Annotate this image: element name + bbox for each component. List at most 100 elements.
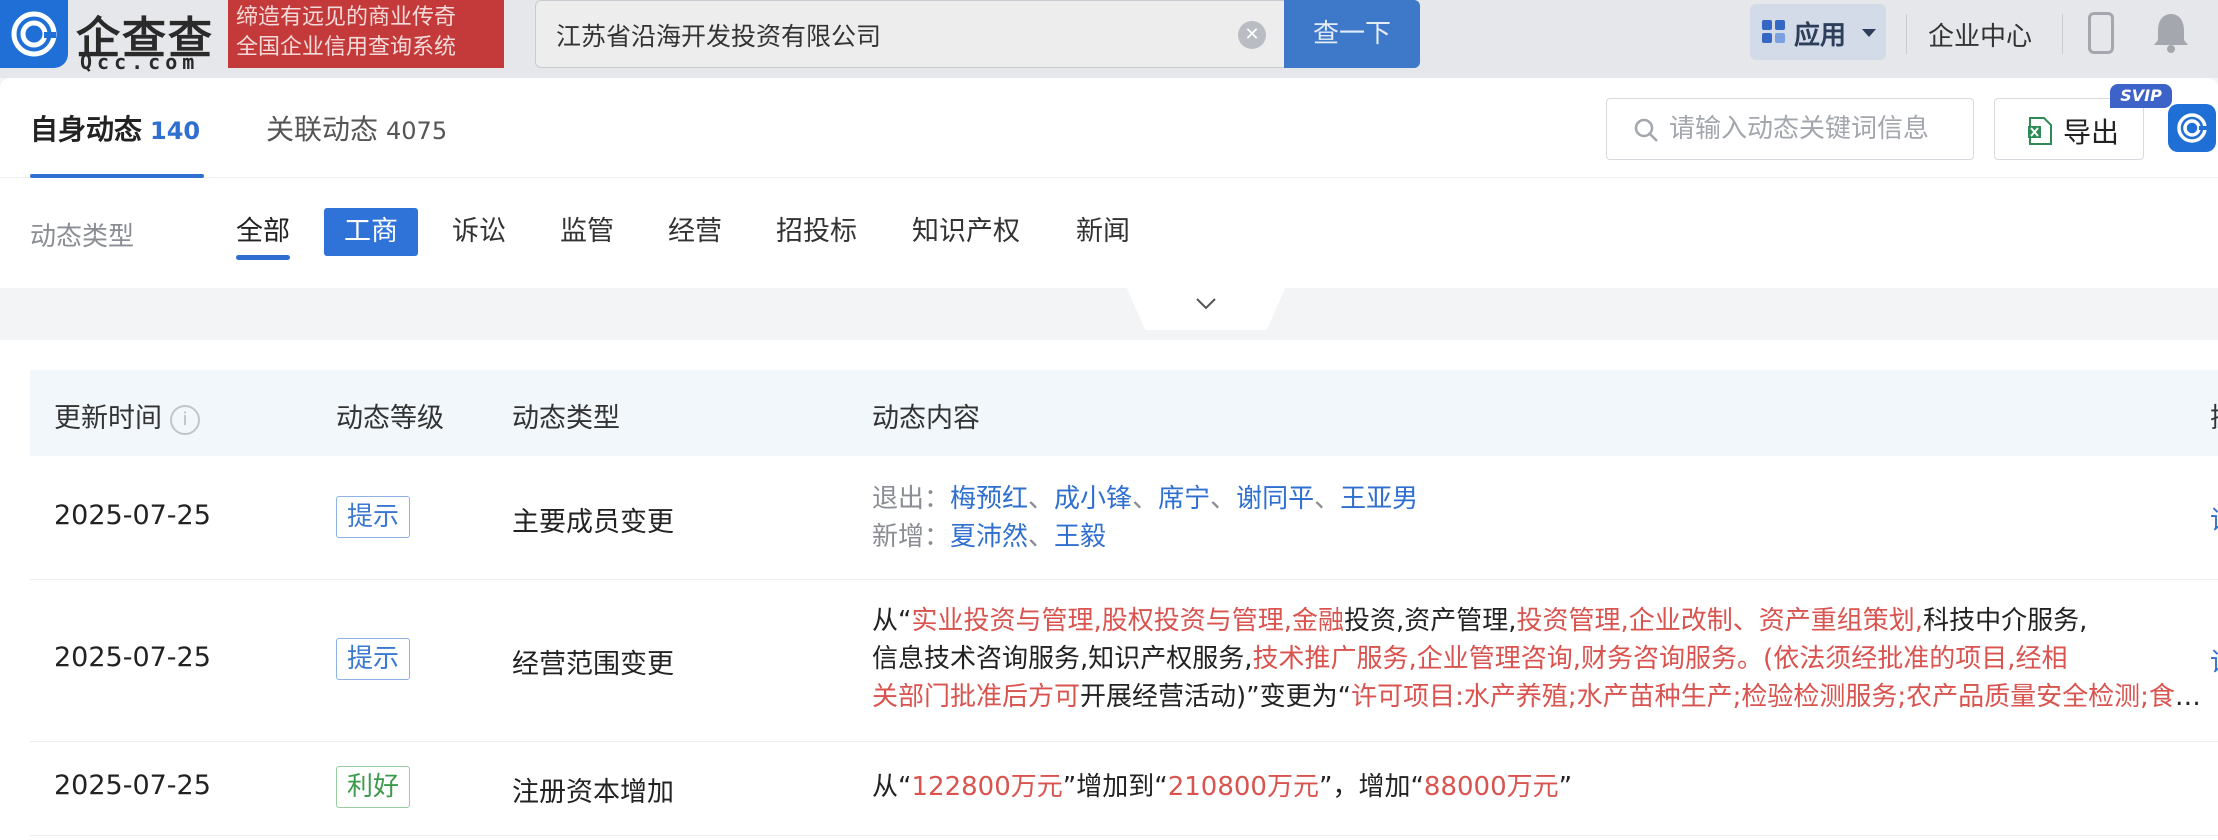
detail-link[interactable]: 详	[2210, 642, 2218, 679]
name-separator: 、	[1028, 522, 1055, 552]
person-link[interactable]: 王毅	[1054, 522, 1106, 552]
tab-related-label: 关联动态	[266, 113, 379, 146]
person-link[interactable]: 夏沛然	[950, 522, 1028, 552]
name-separator: 、	[1210, 484, 1237, 514]
name-separator: 、	[1132, 484, 1159, 514]
apps-button[interactable]: 应用	[1750, 4, 1886, 60]
top-bar: 企查查 Qcc.com 缔造有远见的商业传奇 全国企业信用查询系统 ✕ 查一下 …	[0, 0, 2218, 78]
scope-new-text: 许可项目:水产养殖;水产苗种生产;检验检测服务;农产品质量安全检测;食品生产	[1351, 682, 2202, 712]
scope-text: 投资,资产管理,	[1344, 606, 1517, 636]
row-content: 从“122800万元”增加到“210800万元”，增加“88000万元”	[872, 768, 1572, 806]
tab-related-count: 4075	[386, 117, 448, 145]
row-type: 经营范围变更	[512, 649, 674, 680]
divider	[2062, 14, 2063, 54]
divider	[1906, 14, 1907, 54]
header-type: 动态类型	[512, 403, 620, 434]
person-link[interactable]: 王亚男	[1340, 484, 1418, 514]
person-link[interactable]: 梅预红	[950, 484, 1028, 514]
table-row: 2025-07-25 提示 主要成员变更 退出：梅预红、成小锋、席宁、谢同平、王…	[30, 456, 2218, 580]
row-content: 退出：梅预红、成小锋、席宁、谢同平、王亚男 新增：夏沛然、王毅	[872, 480, 1418, 556]
person-link[interactable]: 谢同平	[1236, 484, 1314, 514]
scope-text: 从“	[872, 606, 912, 636]
table-row: 2025-07-25 提示 经营范围变更 从“实业投资与管理,股权投资与管理,金…	[30, 580, 2218, 742]
chevron-down-icon	[1196, 298, 1216, 310]
filter-all[interactable]: 全部	[236, 208, 290, 260]
main-search-input[interactable]	[556, 15, 1196, 55]
filter-operation[interactable]: 经营	[648, 208, 742, 256]
row-date: 2025-07-25	[54, 642, 211, 673]
row-content: 从“实业投资与管理,股权投资与管理,金融投资,资产管理,投资管理,企业改制、资产…	[872, 602, 2202, 716]
detail-link[interactable]: 详	[2210, 500, 2218, 537]
capital-old-value: 122800万元	[911, 772, 1063, 802]
info-icon[interactable]: i	[170, 404, 200, 435]
capital-text: ”	[1558, 772, 1573, 802]
capital-text: ”增加到“	[1062, 772, 1168, 802]
tab-related-dynamics[interactable]: 关联动态 4075	[266, 108, 447, 148]
add-line: 新增：夏沛然、王毅	[872, 518, 1418, 556]
scope-removed-text: 实业投资与管理,股权投资与管理,金融	[911, 606, 1345, 636]
scope-removed-text: 技术推广服务,企业管理咨询,财务咨询服务。(依法须经批准的项目,经相	[1252, 644, 2068, 674]
scope-removed-text: 投资管理,企业改制、资产重组策划,	[1516, 606, 1924, 636]
export-label: 导出	[2063, 116, 2120, 149]
slogan-line-2: 全国企业信用查询系统	[236, 35, 457, 60]
level-badge: 提示	[336, 638, 411, 680]
capital-increase-value: 88000万元	[1423, 772, 1559, 802]
table-header: 更新时间 i 动态等级 动态类型 动态内容 操	[30, 370, 2218, 456]
excel-icon	[2028, 117, 2052, 145]
qcc-side-icon[interactable]	[2168, 104, 2216, 152]
person-link[interactable]: 席宁	[1158, 484, 1210, 514]
keyword-search-box	[1606, 98, 1974, 160]
tab-self-dynamics[interactable]: 自身动态 140	[30, 108, 200, 148]
search-button[interactable]: 查一下	[1284, 0, 1420, 68]
filter-ip[interactable]: 知识产权	[892, 208, 1040, 256]
qcc-logo-icon[interactable]	[0, 0, 68, 68]
chevron-down-icon	[1862, 29, 1876, 37]
scope-line-1: 从“实业投资与管理,股权投资与管理,金融投资,资产管理,投资管理,企业改制、资产…	[872, 602, 2202, 640]
header-content: 动态内容	[872, 403, 980, 434]
filter-regulation[interactable]: 监管	[540, 208, 634, 256]
header-update-time-label: 更新时间	[54, 403, 162, 434]
scope-removed-text: 关部门批准后方可	[872, 682, 1081, 712]
clear-icon[interactable]: ✕	[1238, 21, 1266, 49]
tab-self-count: 140	[150, 117, 201, 145]
expand-toggle[interactable]	[1126, 286, 1286, 330]
name-separator: 、	[1028, 484, 1055, 514]
tabs-row: 自身动态140 关联动态4075 导出 SVIP	[0, 78, 2218, 178]
logo-subtext: Qcc.com	[80, 50, 200, 74]
filter-litigation[interactable]: 诉讼	[432, 208, 526, 256]
capital-text: ”，增加“	[1318, 772, 1424, 802]
scope-line-2: 信息技术咨询服务,知识产权服务,技术推广服务,企业管理咨询,财务咨询服务。(依法…	[872, 640, 2202, 678]
scope-line-3: 关部门批准后方可开展经营活动)”变更为“许可项目:水产养殖;水产苗种生产;检验检…	[872, 678, 2202, 716]
tab-self-label: 自身动态	[30, 113, 143, 146]
person-link[interactable]: 成小锋	[1054, 484, 1132, 514]
search-icon	[1634, 118, 1658, 142]
level-badge: 提示	[336, 496, 411, 538]
active-tab-indicator	[30, 174, 204, 178]
exit-line: 退出：梅预红、成小锋、席宁、谢同平、王亚男	[872, 480, 1418, 518]
filter-business[interactable]: 工商	[324, 208, 418, 256]
filter-all-underline	[236, 255, 290, 260]
grid-icon	[1762, 20, 1785, 43]
filter-bidding[interactable]: 招投标	[756, 208, 877, 256]
row-date: 2025-07-25	[54, 500, 211, 531]
level-badge: 利好	[336, 766, 411, 808]
capital-text: 从“	[872, 772, 912, 802]
exit-label: 退出：	[872, 484, 951, 514]
dynamics-table: 更新时间 i 动态等级 动态类型 动态内容 操 2025-07-25 提示 主要成…	[0, 340, 2218, 840]
keyword-search-input[interactable]	[1669, 111, 1959, 147]
main-search-box: ✕	[535, 0, 1285, 68]
mobile-icon[interactable]	[2088, 12, 2114, 54]
row-type: 主要成员变更	[512, 507, 674, 538]
enterprise-center-link[interactable]: 企业中心	[1928, 16, 2032, 53]
apps-label: 应用	[1794, 21, 1847, 51]
add-label: 新增：	[872, 522, 951, 552]
header-level: 动态等级	[336, 403, 444, 434]
header-action: 操	[2210, 396, 2218, 435]
filter-news[interactable]: 新闻	[1056, 208, 1150, 256]
scope-text: 科技中介服务,	[1923, 606, 2088, 636]
bell-icon[interactable]	[2152, 12, 2190, 54]
filter-type-label: 动态类型	[30, 222, 135, 252]
header-update-time: 更新时间 i	[54, 396, 200, 435]
capital-new-value: 210800万元	[1167, 772, 1319, 802]
scope-text: 开展经营活动)”变更为“	[1080, 682, 1352, 712]
